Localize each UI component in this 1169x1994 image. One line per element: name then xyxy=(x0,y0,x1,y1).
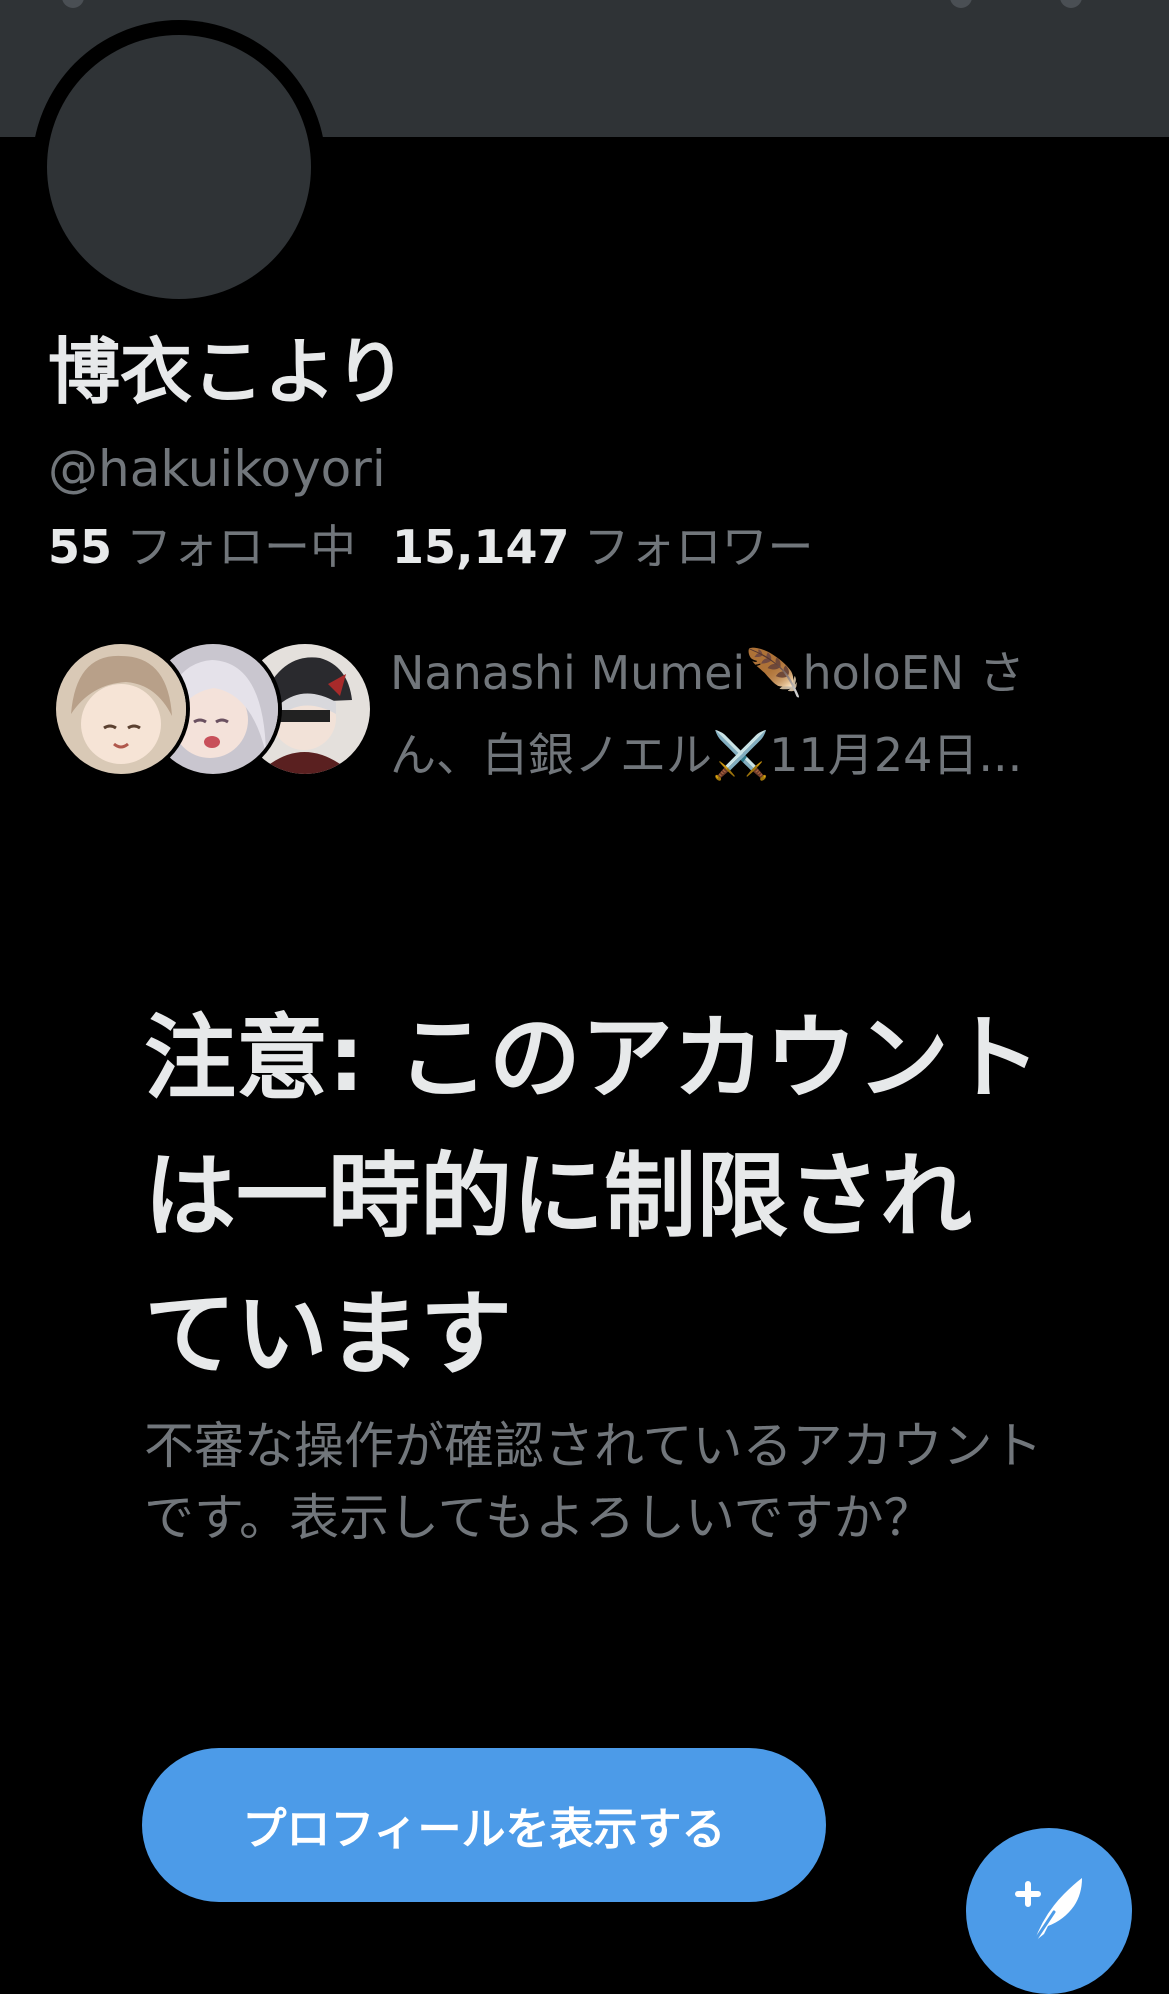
feather-emoji: 🪶 xyxy=(745,646,803,700)
followed-by-suffix: 11月24日... xyxy=(769,728,1023,782)
user-handle: @hakuikoyori xyxy=(48,440,386,498)
status-dot xyxy=(62,0,84,8)
compose-tweet-icon xyxy=(1004,1864,1094,1958)
followed-by-name: Nanashi Mumei xyxy=(390,646,746,700)
status-dot xyxy=(950,0,972,8)
followers-label: フォロワー xyxy=(583,520,814,574)
display-name: 博衣こより xyxy=(48,330,407,414)
followers-link[interactable]: 15,147 フォロワー xyxy=(392,524,814,570)
warning-title: 注意: このアカウントは一時的に制限されています xyxy=(144,1005,1041,1388)
followers-count: 15,147 xyxy=(392,520,570,574)
follow-stats: 55 フォロー中 15,147 フォロワー xyxy=(48,524,850,570)
profile-avatar[interactable] xyxy=(47,35,311,299)
followed-by-avatars[interactable] xyxy=(52,640,374,778)
following-link[interactable]: 55 フォロー中 xyxy=(48,524,356,570)
warning-body: 不審な操作が確認されているアカウントです。表示してもよろしいですか？ xyxy=(144,1417,1043,1547)
followed-by-suffix: holoEN さ xyxy=(802,646,1025,700)
following-label: フォロー中 xyxy=(126,520,357,574)
status-dot xyxy=(1060,0,1082,8)
crossed-swords-emoji: ⚔️ xyxy=(712,728,770,782)
view-profile-button[interactable]: プロフィールを表示する xyxy=(142,1748,826,1902)
follower-avatar xyxy=(52,640,190,778)
following-count: 55 xyxy=(48,520,113,574)
followed-by-text[interactable]: Nanashi Mumei🪶holoEN さ ん、白銀ノエル⚔️11月24日..… xyxy=(390,632,1120,796)
followed-by-name: ん、白銀ノエル xyxy=(390,728,712,782)
compose-button[interactable] xyxy=(966,1828,1132,1994)
